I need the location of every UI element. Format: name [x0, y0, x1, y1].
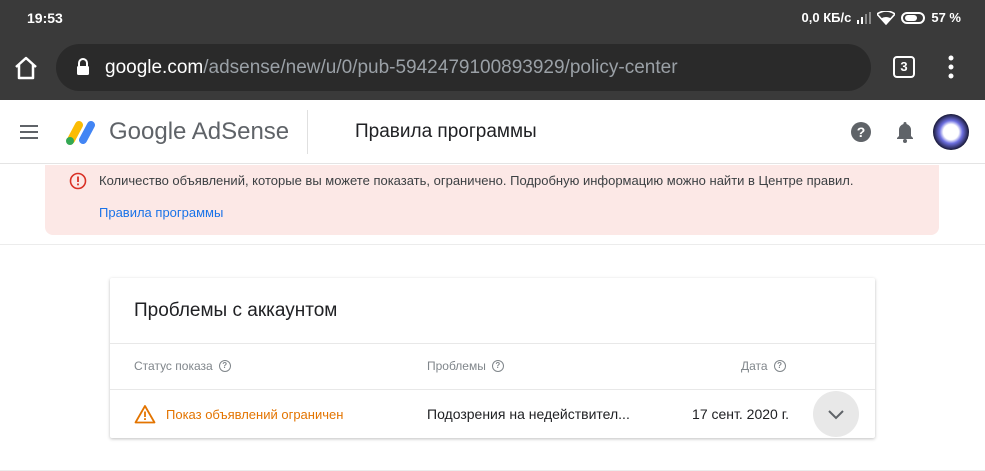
expand-row-button[interactable]: [813, 391, 859, 437]
policy-link[interactable]: Правила программы: [99, 205, 223, 220]
clock: 19:53: [27, 10, 63, 26]
column-header-date: Дата ?: [741, 359, 786, 373]
home-icon[interactable]: [10, 52, 42, 84]
avatar[interactable]: [933, 114, 969, 150]
warning-triangle-icon: [134, 405, 156, 424]
bell-icon[interactable]: [894, 120, 916, 144]
header-divider: [307, 110, 308, 154]
help-icon[interactable]: ?: [491, 360, 504, 372]
help-icon[interactable]: ?: [218, 360, 231, 372]
card-title: Проблемы с аккаунтом: [134, 300, 338, 321]
date-text: 17 сент. 2020 г.: [692, 406, 789, 422]
page-title: Правила программы: [355, 121, 537, 142]
help-icon[interactable]: ?: [773, 360, 786, 372]
column-label: Дата: [741, 359, 768, 373]
brand-name: Google AdSense: [109, 118, 290, 145]
problem-text: Подозрения на недействител...: [427, 406, 630, 422]
url-host: google.com: [105, 57, 204, 78]
adsense-logo-icon: [66, 121, 95, 145]
hamburger-icon[interactable]: [20, 124, 40, 140]
app-header: Google AdSense Правила программы ?: [0, 100, 985, 164]
menu-dots-icon[interactable]: [943, 54, 959, 80]
lock-icon: [77, 58, 89, 75]
system-status-bar: 19:53 0,0 КБ/с 57 %: [0, 0, 985, 36]
column-header-status: Статус показа ?: [134, 359, 231, 373]
row-divider: [110, 389, 875, 390]
section-divider: [0, 244, 985, 245]
alert-circle-icon: [69, 172, 87, 190]
tab-switcher-button[interactable]: 3: [893, 56, 915, 78]
status-cell: Показ объявлений ограничен: [134, 404, 343, 424]
status-icons: 0,0 КБ/с 57 %: [802, 10, 961, 25]
card-divider: [110, 343, 875, 344]
alert-message: Количество объявлений, которые вы можете…: [99, 173, 854, 188]
column-label: Статус показа: [134, 359, 213, 373]
svg-text:?: ?: [857, 124, 866, 140]
url-text[interactable]: google.com/adsense/new/u/0/pub-594247910…: [105, 57, 678, 79]
column-header-problems: Проблемы ?: [427, 359, 504, 373]
account-issues-card: Проблемы с аккаунтом Статус показа ? Про…: [110, 278, 875, 438]
battery-level: 57 %: [931, 10, 961, 25]
net-speed: 0,0 КБ/с: [801, 10, 852, 25]
wifi-icon: [877, 10, 896, 25]
chevron-down-icon: [828, 410, 844, 420]
policy-alert-banner: Количество объявлений, которые вы можете…: [45, 165, 939, 235]
url-path: /adsense/new/u/0/pub-5942479100893929/po…: [203, 57, 678, 78]
battery-icon: [901, 11, 926, 24]
status-text: Показ объявлений ограничен: [166, 406, 344, 422]
address-bar[interactable]: google.com/adsense/new/u/0/pub-594247910…: [56, 44, 871, 91]
help-icon[interactable]: ?: [850, 121, 872, 143]
signal-icon: [857, 11, 872, 24]
column-label: Проблемы: [427, 359, 486, 373]
browser-toolbar: google.com/adsense/new/u/0/pub-594247910…: [0, 36, 985, 100]
